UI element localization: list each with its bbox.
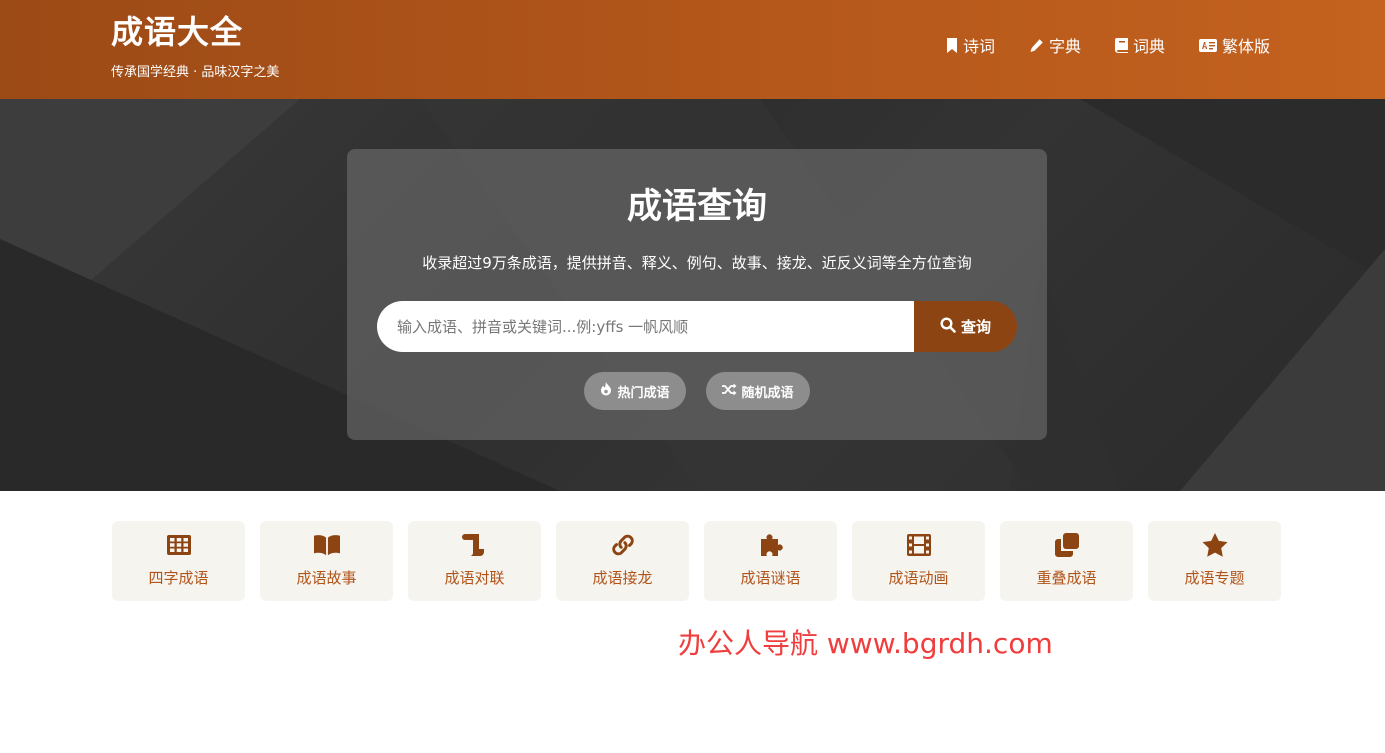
clone-icon [1054,532,1080,558]
book-icon [1114,37,1128,53]
category-tiles: 四字成语 成语故事 成语对联 成语接龙 成语谜语 成语动画 重叠成语 成语专题 [112,521,1281,601]
category-stories[interactable]: 成语故事 [260,521,393,601]
nav-item-poetry[interactable]: 诗词 [946,34,995,56]
pencil-icon [1029,38,1044,53]
star-icon [1202,532,1228,558]
search-button-label: 查询 [960,318,991,336]
link-icon [610,532,636,558]
nav-item-word-dictionary[interactable]: 词典 [1114,34,1165,56]
category-label: 成语专题 [1184,569,1245,587]
search-bar: 查询 [377,301,1017,352]
category-couplets[interactable]: 成语对联 [408,521,541,601]
category-label: 重叠成语 [1036,569,1097,587]
watermark-text: 办公人导航 www.bgrdh.com [678,627,1053,660]
quick-links: 热门成语 随机成语 [347,372,1047,410]
category-label: 成语动画 [888,569,949,587]
nav-item-label: 诗词 [962,37,995,56]
scroll-icon [461,532,488,558]
category-label: 四字成语 [148,569,209,587]
random-idiom-label: 随机成语 [741,385,794,401]
language-icon [1198,38,1217,52]
bookmark-icon [946,37,958,53]
nav-item-label: 词典 [1132,37,1165,56]
category-four-character[interactable]: 四字成语 [112,521,245,601]
search-input[interactable] [377,301,914,352]
site-subtitle: 传承国学经典 · 品味汉字之美 [111,65,280,80]
search-icon [940,316,956,337]
shuffle-icon [721,383,737,400]
search-card: 成语查询 收录超过9万条成语，提供拼音、释义、例句、故事、接龙、近反义词等全方位… [347,149,1047,440]
nav-item-label: 字典 [1048,37,1081,56]
grid-icon [166,532,192,558]
nav-item-label: 繁体版 [1221,37,1270,56]
puzzle-icon [758,532,784,558]
hero-section: 成语查询 收录超过9万条成语，提供拼音、释义、例句、故事、接龙、近反义词等全方位… [0,99,1385,491]
brand: 成语大全 传承国学经典 · 品味汉字之美 [111,12,279,82]
fire-icon [600,382,612,400]
nav-item-traditional[interactable]: 繁体版 [1198,34,1270,56]
category-label: 成语接龙 [592,569,653,587]
nav-item-character-dictionary[interactable]: 字典 [1029,34,1081,56]
category-label: 成语谜语 [740,569,801,587]
hot-idioms-button[interactable]: 热门成语 [584,372,686,410]
category-label: 成语对联 [444,569,505,587]
site-header: 成语大全 传承国学经典 · 品味汉字之美 诗词 字典 词典 繁体版 [0,0,1385,99]
category-riddles[interactable]: 成语谜语 [704,521,837,601]
random-idiom-button[interactable]: 随机成语 [705,372,810,410]
top-nav: 诗词 字典 词典 繁体版 [946,34,1270,56]
category-chain[interactable]: 成语接龙 [556,521,689,601]
category-label: 成语故事 [296,569,357,587]
film-icon [906,532,932,558]
category-reduplicated[interactable]: 重叠成语 [1000,521,1133,601]
hero-title: 成语查询 [626,187,767,227]
category-animation[interactable]: 成语动画 [852,521,985,601]
hot-idioms-label: 热门成语 [617,385,670,401]
site-title[interactable]: 成语大全 [111,12,279,52]
search-button[interactable]: 查询 [914,301,1017,352]
category-topics[interactable]: 成语专题 [1148,521,1281,601]
hero-description: 收录超过9万条成语，提供拼音、释义、例句、故事、接龙、近反义词等全方位查询 [422,254,972,272]
open-book-icon [313,532,340,558]
